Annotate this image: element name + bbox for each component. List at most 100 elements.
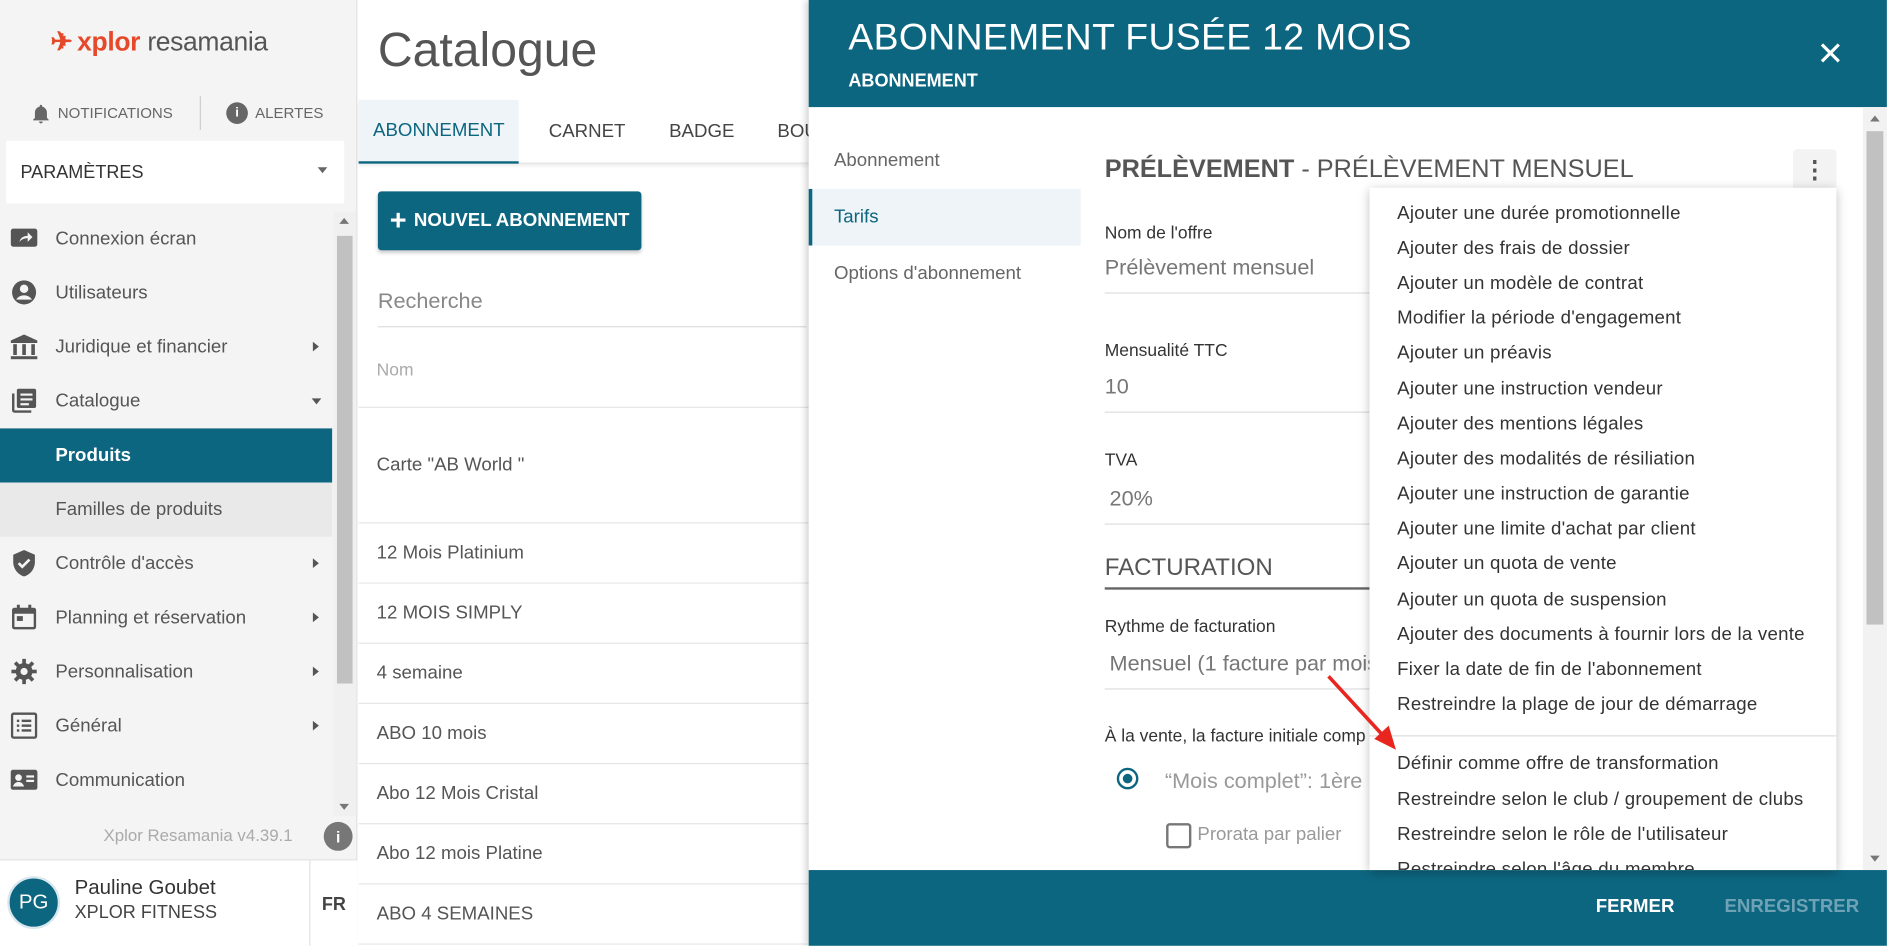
- sidebar-item-personnalisation[interactable]: Personnalisation: [0, 645, 332, 699]
- chevron-right-icon: [312, 558, 319, 569]
- sidebar-item-familles[interactable]: Familles de produits: [0, 482, 333, 537]
- close-button[interactable]: FERMER: [1596, 897, 1675, 919]
- menu-item-transformation-offer[interactable]: Définir comme offre de transformation: [1369, 747, 1836, 782]
- user-name: Pauline Goubet: [74, 876, 216, 899]
- menu-item[interactable]: Ajouter une limite d'achat par client: [1369, 512, 1836, 547]
- more-options-icon[interactable]: ⋮: [1793, 149, 1837, 191]
- tab-abonnement[interactable]: ABONNEMENT: [358, 99, 520, 164]
- sidebar-item-label: Utilisateurs: [55, 282, 148, 303]
- settings-select[interactable]: PARAMÈTRES: [6, 140, 345, 204]
- sidebar-scrollbar[interactable]: [333, 211, 357, 816]
- notifications-link[interactable]: NOTIFICATIONS: [31, 103, 173, 123]
- modal-scrollbar[interactable]: [1862, 107, 1887, 871]
- menu-item[interactable]: Fixer la date de fin de l'abonnement: [1369, 653, 1836, 688]
- calendar-icon: [10, 604, 39, 630]
- sidebar-item-label: Communication: [55, 769, 185, 791]
- sidebar-item-planning[interactable]: Planning et réservation: [0, 591, 332, 645]
- menu-item[interactable]: Ajouter un préavis: [1369, 337, 1836, 372]
- sidebar-item-connexion-ecran[interactable]: Connexion écran: [0, 212, 332, 266]
- menu-item[interactable]: Restreindre selon le rôle de l'utilisate…: [1369, 817, 1836, 852]
- rocket-icon: ✈: [50, 26, 73, 57]
- offer-name-label: Nom de l'offre: [1104, 223, 1213, 244]
- modal-nav-options[interactable]: Options d'abonnement: [809, 245, 1081, 302]
- notifications-label: NOTIFICATIONS: [57, 104, 173, 122]
- menu-item[interactable]: Ajouter un modèle de contrat: [1369, 266, 1836, 301]
- scrollbar-thumb[interactable]: [336, 235, 353, 684]
- prorata-checkbox[interactable]: [1166, 823, 1192, 849]
- new-subscription-button[interactable]: + NOUVEL ABONNEMENT: [377, 191, 642, 251]
- modal-nav: Abonnement Tarifs Options d'abonnement: [808, 132, 1081, 302]
- chevron-right-icon: [312, 666, 319, 677]
- app-logo[interactable]: ✈ xplor resamania: [50, 26, 269, 57]
- sidebar-item-produits[interactable]: Produits: [0, 428, 333, 483]
- menu-item[interactable]: Ajouter une durée promotionnelle: [1369, 196, 1836, 231]
- close-icon[interactable]: [1814, 36, 1848, 70]
- tab-badge[interactable]: BADGE: [669, 100, 734, 164]
- alerts-link[interactable]: i ALERTES: [226, 102, 323, 124]
- vat-label: TVA: [1104, 451, 1138, 471]
- sidebar-item-label: Familles de produits: [55, 498, 223, 520]
- section-title-bold: PRÉLÈVEMENT: [1104, 155, 1295, 183]
- menu-item[interactable]: Ajouter des modalités de résiliation: [1369, 442, 1836, 477]
- logo-text-xplor: xplor: [77, 26, 141, 57]
- scroll-up-icon[interactable]: [1870, 115, 1880, 122]
- tab-carnet[interactable]: CARNET: [549, 100, 626, 164]
- menu-divider: [1369, 735, 1837, 737]
- table-row[interactable]: ABO 4 SEMAINES: [358, 884, 809, 945]
- scrollbar-thumb[interactable]: [1866, 131, 1884, 625]
- modal-nav-abonnement[interactable]: Abonnement: [809, 132, 1081, 189]
- modal-nav-tarifs[interactable]: Tarifs: [808, 188, 1081, 246]
- table-row[interactable]: 4 semaine: [358, 644, 809, 704]
- table-row[interactable]: 12 Mois Platinium: [358, 523, 809, 584]
- scroll-up-icon[interactable]: [339, 217, 349, 224]
- menu-item[interactable]: Ajouter une instruction vendeur: [1369, 372, 1836, 407]
- gear-icon: [10, 658, 39, 685]
- language-switch[interactable]: FR: [309, 860, 357, 946]
- billing-rhythm-label: Rythme de facturation: [1104, 617, 1276, 637]
- sidebar-item-utilisateurs[interactable]: Utilisateurs: [0, 266, 332, 320]
- options-menu: Ajouter une durée promotionnelle Ajouter…: [1369, 187, 1837, 871]
- scroll-down-icon[interactable]: [1870, 855, 1880, 862]
- page-title: Catalogue: [377, 24, 598, 78]
- avatar[interactable]: PG: [7, 876, 61, 930]
- menu-item[interactable]: Ajouter des frais de dossier: [1369, 231, 1836, 266]
- menu-item[interactable]: Restreindre la plage de jour de démarrag…: [1369, 688, 1836, 723]
- info-icon[interactable]: i: [323, 821, 353, 851]
- catalogue-tabs: ABONNEMENT CARNET BADGE BOU: [358, 99, 818, 164]
- section-title-rest: - PRÉLÈVEMENT MENSUEL: [1294, 155, 1634, 183]
- table-row[interactable]: Carte "AB World ": [358, 408, 809, 524]
- full-month-radio-label: “Mois complet”: 1ère: [1164, 768, 1363, 794]
- full-month-radio[interactable]: [1116, 767, 1139, 790]
- annotation-arrow-icon: [1327, 675, 1396, 750]
- table-row[interactable]: Abo 12 Mois Cristal: [358, 764, 809, 825]
- sidebar-item-juridique[interactable]: Juridique et financier: [0, 320, 332, 374]
- menu-item[interactable]: Ajouter des documents à fournir lors de …: [1369, 618, 1836, 653]
- search-input[interactable]: Recherche: [377, 277, 807, 328]
- menu-item[interactable]: Restreindre selon l'âge du membre: [1369, 852, 1836, 870]
- modal-title: ABONNEMENT FUSÉE 12 MOIS: [848, 15, 1412, 58]
- save-button[interactable]: ENREGISTRER: [1724, 897, 1859, 919]
- table-row[interactable]: ABO 10 mois: [358, 704, 809, 765]
- sidebar-item-general[interactable]: Général: [0, 699, 332, 753]
- info-icon: i: [226, 102, 248, 124]
- table-row[interactable]: 12 MOIS SIMPLY: [358, 584, 809, 644]
- menu-item[interactable]: Ajouter un quota de vente: [1369, 547, 1836, 582]
- menu-item[interactable]: Ajouter des mentions légales: [1369, 407, 1836, 442]
- column-header-name[interactable]: Nom: [377, 361, 414, 380]
- table-row[interactable]: Abo 12 mois Platine: [358, 824, 809, 885]
- catalog-icon: [10, 387, 39, 413]
- menu-item[interactable]: Restreindre selon le club / groupement d…: [1369, 782, 1836, 817]
- user-bar: PG Pauline Goubet XPLOR FITNESS FR: [0, 859, 358, 946]
- menu-item[interactable]: Ajouter un quota de suspension: [1369, 583, 1836, 618]
- logo-text-resamania: resamania: [147, 26, 268, 57]
- sidebar-item-controle-acces[interactable]: Contrôle d'accès: [0, 537, 332, 591]
- sidebar-item-communication[interactable]: Communication: [0, 753, 332, 807]
- list-icon: [10, 712, 39, 739]
- sidebar-item-label: Juridique et financier: [55, 336, 228, 357]
- sidebar-item-catalogue[interactable]: Catalogue: [0, 374, 332, 428]
- scroll-down-icon[interactable]: [339, 803, 349, 810]
- menu-item[interactable]: Modifier la période d'engagement: [1369, 302, 1836, 337]
- prorata-checkbox-label: Prorata par palier: [1197, 824, 1342, 845]
- contact-card-icon: [10, 767, 39, 793]
- menu-item[interactable]: Ajouter une instruction de garantie: [1369, 477, 1836, 512]
